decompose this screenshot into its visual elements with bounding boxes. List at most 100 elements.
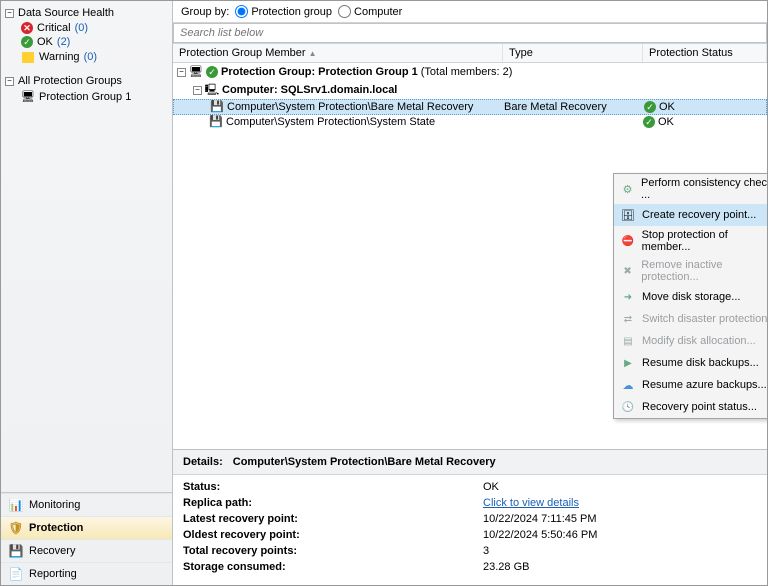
cm-stop-protection[interactable]: Stop protection of member... xyxy=(614,226,767,256)
detail-value: 3 xyxy=(483,545,757,557)
critical-count[interactable]: (0) xyxy=(75,22,88,34)
section-title: Data Source Health xyxy=(18,7,114,19)
cloud-icon xyxy=(620,377,636,393)
cm-label: Stop protection of member... xyxy=(642,229,767,253)
cm-move-disk-storage[interactable]: Move disk storage... xyxy=(614,286,767,308)
cm-create-recovery-point[interactable]: Create recovery point... xyxy=(614,204,767,226)
nav-label: Monitoring xyxy=(29,499,80,511)
cm-consistency-check[interactable]: Perform consistency check ... xyxy=(614,174,767,204)
sidebar-nav: Monitoring Protection Recovery Reporting xyxy=(1,492,172,585)
collapse-icon[interactable]: − xyxy=(177,68,186,77)
search-input[interactable] xyxy=(173,23,767,43)
detail-label: Latest recovery point: xyxy=(183,513,483,525)
ok-icon: ✓ xyxy=(21,36,33,48)
all-protection-groups-header[interactable]: − All Protection Groups xyxy=(3,73,170,89)
member-row-system-state[interactable]: Computer\System Protection\System State … xyxy=(173,115,767,129)
detail-replica-row: Replica path: Click to view details xyxy=(183,495,757,511)
warning-icon xyxy=(21,50,35,64)
sort-asc-icon: ▲ xyxy=(309,49,317,58)
group-by-label: Group by: xyxy=(181,6,229,18)
detail-label: Oldest recovery point: xyxy=(183,529,483,541)
nav-monitoring[interactable]: Monitoring xyxy=(1,493,172,516)
detail-oldest-row: Oldest recovery point: 10/22/2024 5:50:4… xyxy=(183,527,757,543)
protection-group-row[interactable]: − ✓ Protection Group: Protection Group 1… xyxy=(173,63,767,81)
cm-label: Create recovery point... xyxy=(642,209,756,221)
servers-icon xyxy=(21,90,35,104)
col-type[interactable]: Type xyxy=(503,44,643,62)
group-label: Protection Group 1 xyxy=(39,91,131,103)
servers-icon xyxy=(189,65,203,79)
cm-recovery-point-status[interactable]: Recovery point status... xyxy=(614,396,767,418)
health-ok[interactable]: ✓ OK (2) xyxy=(3,35,170,49)
ok-icon: ✓ xyxy=(644,101,656,113)
pg-name: Protection Group 1 xyxy=(318,66,418,78)
col-member[interactable]: Protection Group Member ▲ xyxy=(173,44,503,62)
data-source-health-section: − Data Source Health ✕ Critical (0) ✓ OK… xyxy=(3,5,170,65)
collapse-icon[interactable]: − xyxy=(5,9,14,18)
nav-label: Protection xyxy=(29,522,83,534)
col-status[interactable]: Protection Status xyxy=(643,44,767,62)
member-status: OK xyxy=(658,116,674,128)
cm-switch-disaster: Switch disaster protection xyxy=(614,308,767,330)
nav-label: Reporting xyxy=(29,568,77,580)
details-subject: Computer\System Protection\Bare Metal Re… xyxy=(233,456,496,468)
detail-value: 10/22/2024 5:50:46 PM xyxy=(483,529,757,541)
cm-modify-allocation: Modify disk allocation... xyxy=(614,330,767,352)
radio-computer-input[interactable] xyxy=(338,5,351,18)
nav-reporting[interactable]: Reporting xyxy=(1,562,172,585)
cm-label: Resume azure backups... xyxy=(642,379,767,391)
cm-label: Resume disk backups... xyxy=(642,357,759,369)
disk-icon xyxy=(209,115,223,129)
stop-icon xyxy=(620,233,636,249)
nav-protection[interactable]: Protection xyxy=(1,516,172,539)
report-icon xyxy=(9,567,23,581)
member-status: OK xyxy=(659,101,675,113)
computer-prefix: Computer: xyxy=(222,84,278,96)
pg-prefix: Protection Group: xyxy=(221,66,315,78)
collapse-icon[interactable]: − xyxy=(5,77,14,86)
sidebar: − Data Source Health ✕ Critical (0) ✓ OK… xyxy=(1,1,173,585)
detail-label: Storage consumed: xyxy=(183,561,483,573)
nav-recovery[interactable]: Recovery xyxy=(1,539,172,562)
context-menu: Perform consistency check ... Create rec… xyxy=(613,173,767,419)
ok-count[interactable]: (2) xyxy=(57,36,70,48)
shield-icon xyxy=(9,521,23,535)
details-panel: Details: Computer\System Protection\Bare… xyxy=(173,449,767,585)
col-member-label: Protection Group Member xyxy=(179,47,306,59)
cm-resume-disk-backups[interactable]: Resume disk backups... xyxy=(614,352,767,374)
cm-label: Switch disaster protection xyxy=(642,313,767,325)
cm-label: Perform consistency check ... xyxy=(641,177,767,201)
pg-total: (Total members: 2) xyxy=(421,66,513,78)
disk-icon xyxy=(210,100,224,114)
cm-remove-inactive: Remove inactive protection... xyxy=(614,256,767,286)
replica-path-link[interactable]: Click to view details xyxy=(483,497,579,509)
detail-label: Status: xyxy=(183,481,483,493)
cm-resume-azure-backups[interactable]: Resume azure backups... xyxy=(614,374,767,396)
data-source-health-header[interactable]: − Data Source Health xyxy=(3,5,170,21)
computer-row[interactable]: − Computer: SQLSrv1.domain.local xyxy=(173,81,767,99)
detail-total-row: Total recovery points: 3 xyxy=(183,543,757,559)
detail-latest-row: Latest recovery point: 10/22/2024 7:11:4… xyxy=(183,511,757,527)
resume-icon xyxy=(620,355,636,371)
detail-value: 10/22/2024 7:11:45 PM xyxy=(483,513,757,525)
member-path: Computer\System Protection\System State xyxy=(226,116,435,128)
database-icon xyxy=(620,207,636,223)
cm-label: Move disk storage... xyxy=(642,291,740,303)
cm-label: Remove inactive protection... xyxy=(641,259,767,283)
warning-label: Warning xyxy=(39,51,80,63)
warning-count[interactable]: (0) xyxy=(84,51,97,63)
radio-protection-group[interactable]: Protection group xyxy=(235,5,332,18)
detail-status-row: Status: OK xyxy=(183,479,757,495)
move-icon xyxy=(620,289,636,305)
health-critical[interactable]: ✕ Critical (0) xyxy=(3,21,170,35)
radio-computer[interactable]: Computer xyxy=(338,5,402,18)
radio-pg-input[interactable] xyxy=(235,5,248,18)
column-headers: Protection Group Member ▲ Type Protectio… xyxy=(173,44,767,63)
section-title: All Protection Groups xyxy=(18,75,122,87)
health-warning[interactable]: Warning (0) xyxy=(3,49,170,65)
cm-label: Recovery point status... xyxy=(642,401,757,413)
nav-label: Recovery xyxy=(29,545,75,557)
member-row-bare-metal[interactable]: Computer\System Protection\Bare Metal Re… xyxy=(173,99,767,115)
collapse-icon[interactable]: − xyxy=(193,86,202,95)
protection-group-item[interactable]: Protection Group 1 xyxy=(3,89,170,105)
